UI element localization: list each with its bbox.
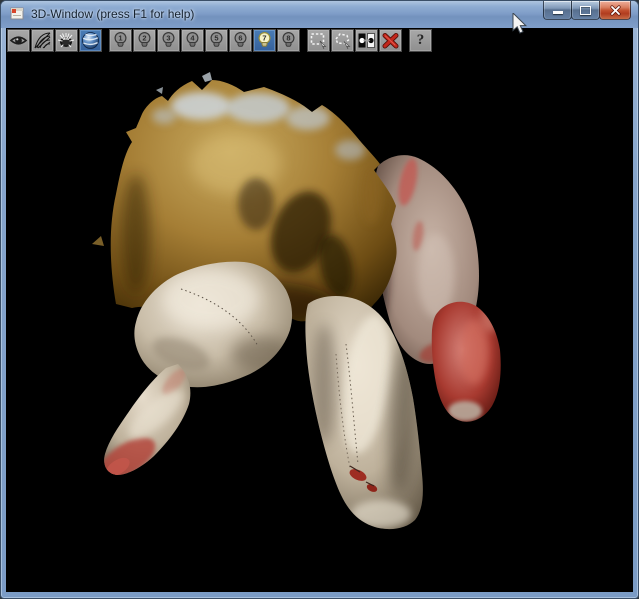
close-icon	[610, 5, 621, 16]
sphere-icon	[81, 31, 100, 50]
maximize-button[interactable]	[571, 1, 600, 20]
shaded-surface-button[interactable]	[79, 29, 102, 52]
red-x-icon	[381, 31, 400, 50]
light-1-button[interactable]: 1	[109, 29, 132, 52]
light-7-button[interactable]: 7	[253, 29, 276, 52]
3d-model-render	[6, 54, 633, 592]
app-window-icon	[10, 7, 25, 21]
eye-icon	[9, 31, 28, 50]
close-button[interactable]	[599, 1, 631, 20]
delete-button[interactable]	[379, 29, 402, 52]
svg-text:6: 6	[238, 34, 242, 43]
bulb-icon: 8	[279, 31, 298, 50]
bulb-icon: 4	[183, 31, 202, 50]
light-3-button[interactable]: 3	[157, 29, 180, 52]
titlebar[interactable]: 3D-Window (press F1 for help)	[1, 1, 638, 28]
svg-text:3: 3	[166, 34, 170, 43]
svg-text:7: 7	[262, 34, 266, 43]
bulb-icon: 7	[255, 31, 274, 50]
3d-viewport[interactable]	[6, 54, 633, 592]
light-5-button[interactable]: 5	[205, 29, 228, 52]
view-eye-button[interactable]	[7, 29, 30, 52]
point-cloud-button[interactable]	[55, 29, 78, 52]
bulb-icon: 6	[231, 31, 250, 50]
svg-text:8: 8	[286, 34, 290, 43]
lasso-select-button[interactable]	[331, 29, 354, 52]
wireframe-button[interactable]	[31, 29, 54, 52]
swap-colors-button[interactable]	[355, 29, 378, 52]
bulb-icon: 3	[159, 31, 178, 50]
light-6-button[interactable]: 6	[229, 29, 252, 52]
minimize-button[interactable]	[543, 1, 572, 20]
light-2-button[interactable]: 2	[133, 29, 156, 52]
minimize-icon	[553, 11, 563, 14]
lasso-select-icon	[333, 31, 352, 50]
client-area: 1 2 3 4	[6, 28, 633, 592]
bulb-icon: 1	[111, 31, 130, 50]
3d-window: 3D-Window (press F1 for help)	[0, 0, 639, 599]
svg-text:5: 5	[214, 34, 218, 43]
wireframe-icon	[33, 31, 52, 50]
bulb-icon: 5	[207, 31, 226, 50]
swap-colors-icon	[357, 31, 376, 50]
light-8-button[interactable]: 8	[277, 29, 300, 52]
points-icon	[57, 31, 76, 50]
window-title: 3D-Window (press F1 for help)	[31, 7, 194, 21]
svg-text:2: 2	[142, 34, 146, 43]
maximize-icon	[580, 6, 591, 15]
toolbar: 1 2 3 4	[6, 28, 633, 54]
rect-select-button[interactable]	[307, 29, 330, 52]
rect-select-icon	[309, 31, 328, 50]
light-4-button[interactable]: 4	[181, 29, 204, 52]
caption-buttons	[544, 1, 631, 20]
help-button[interactable]: ?	[409, 29, 432, 52]
question-icon: ?	[417, 33, 425, 48]
svg-text:1: 1	[118, 34, 122, 43]
bulb-icon: 2	[135, 31, 154, 50]
